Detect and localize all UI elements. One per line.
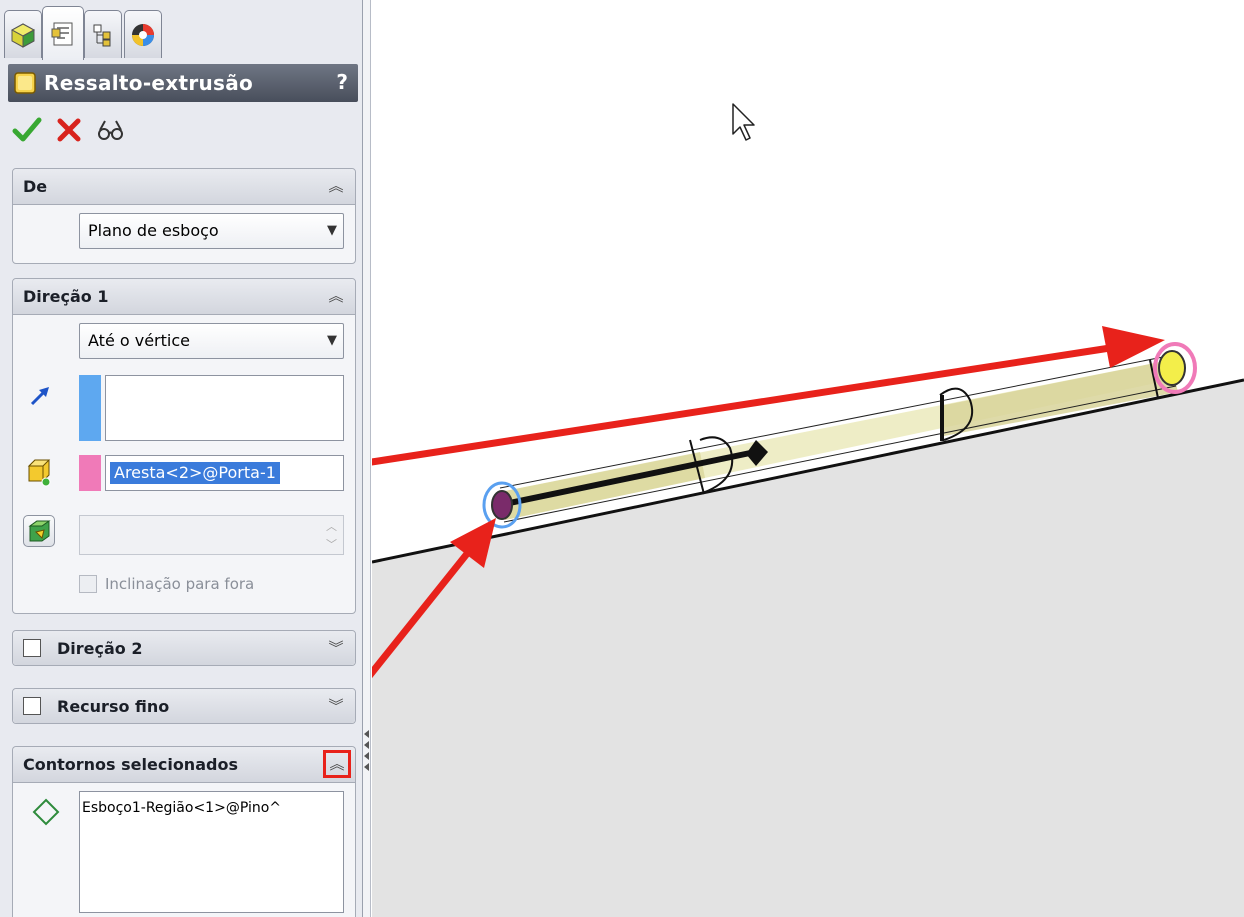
thin-feature-checkbox[interactable] [23, 697, 41, 715]
chevron-down-icon: ▼ [327, 223, 337, 238]
direction2-checkbox[interactable] [23, 639, 41, 657]
contours-list[interactable]: Esboço1-Região<1>@Pino^ [79, 791, 344, 913]
end-condition-select[interactable]: Até o vértice ▼ [79, 323, 344, 359]
vertex-selection-value: Aresta<2>@Porta-1 [110, 462, 280, 484]
draft-toggle-button[interactable] [23, 515, 55, 547]
tab-feature-manager[interactable] [4, 10, 42, 58]
spinner-up-icon[interactable]: ︿ [326, 518, 337, 534]
contour-list-item[interactable]: Esboço1-Região<1>@Pino^ [80, 792, 343, 824]
vertex-color-swatch [79, 455, 101, 491]
collapse-chevron-icon[interactable]: ︽ [325, 285, 347, 307]
property-manager-panel: Ressalto-extrusão ? De ︽ Plano de esboço… [0, 0, 363, 917]
configuration-manager-icon [93, 24, 111, 46]
graphics-viewport[interactable] [372, 0, 1244, 917]
group-direction1: Direção 1 ︽ Até o vértice ▼ Aresta<2>@Po… [12, 278, 356, 614]
group-thin-feature: Recurso fino ︾ [12, 688, 356, 724]
group-selected-contours: Contornos selecionados ︽ Esboço1-Região<… [12, 746, 356, 917]
start-condition-value: Plano de esboço [88, 221, 219, 240]
draft-angle-spinner[interactable]: ︿ ﹀ [79, 515, 344, 555]
expand-chevron-icon[interactable]: ︾ [325, 637, 347, 659]
group-selected-contours-header[interactable]: Contornos selecionados ︽ [13, 747, 355, 783]
group-direction2-header[interactable]: Direção 2 ︾ [13, 631, 355, 665]
group-from-header[interactable]: De ︽ [13, 169, 355, 205]
tab-appearance[interactable] [124, 10, 162, 58]
panel-splitter[interactable] [363, 0, 371, 917]
group-from: De ︽ Plano de esboço ▼ [12, 168, 356, 264]
draft-icon [28, 520, 51, 542]
vertex-cube-icon [27, 459, 51, 487]
feature-manager-icon [10, 22, 36, 48]
extrude-boss-icon [14, 72, 36, 94]
appearance-icon [132, 23, 154, 46]
group-selected-contours-title: Contornos selecionados [23, 755, 238, 774]
group-direction2: Direção 2 ︾ [12, 630, 356, 666]
chevron-down-icon: ▼ [327, 333, 337, 348]
direction-color-swatch [79, 375, 101, 441]
reverse-direction-arrow-icon[interactable] [27, 383, 53, 409]
draft-outward-label: Inclinação para fora [105, 575, 255, 593]
end-condition-value: Até o vértice [88, 331, 190, 350]
group-from-title: De [23, 177, 48, 196]
mouse-pointer-icon [732, 103, 755, 141]
help-button[interactable]: ? [336, 70, 348, 94]
group-direction1-title: Direção 1 [23, 287, 109, 306]
spinner-down-icon[interactable]: ﹀ [326, 536, 337, 552]
detailed-preview-icon[interactable] [96, 117, 126, 143]
splitter-grip-icon[interactable] [363, 728, 371, 772]
direction-reference-field[interactable] [105, 375, 344, 441]
feature-title-bar: Ressalto-extrusão ? [8, 64, 358, 102]
tab-configuration-manager[interactable] [84, 10, 122, 58]
start-condition-select[interactable]: Plano de esboço ▼ [79, 213, 344, 249]
group-thin-feature-title: Recurso fino [57, 697, 170, 716]
action-buttons [12, 110, 126, 150]
contour-region-icon [32, 798, 60, 826]
group-direction1-header[interactable]: Direção 1 ︽ [13, 279, 355, 315]
selected-vertex-circle[interactable] [1153, 342, 1197, 394]
collapse-chevron-icon[interactable]: ︽ [325, 175, 347, 197]
ok-checkmark-icon[interactable] [12, 117, 42, 143]
group-thin-feature-header[interactable]: Recurso fino ︾ [13, 689, 355, 723]
collapse-chevron-icon[interactable]: ︽ [323, 750, 351, 778]
draft-outward-checkbox[interactable] [79, 575, 97, 593]
vertex-selection-field[interactable]: Aresta<2>@Porta-1 [105, 455, 344, 491]
expand-chevron-icon[interactable]: ︾ [325, 695, 347, 717]
property-manager-icon [51, 22, 73, 45]
feature-title: Ressalto-extrusão [44, 71, 254, 95]
tab-property-manager[interactable] [42, 6, 84, 60]
group-direction2-title: Direção 2 [57, 639, 143, 658]
cancel-x-icon[interactable] [56, 117, 82, 143]
